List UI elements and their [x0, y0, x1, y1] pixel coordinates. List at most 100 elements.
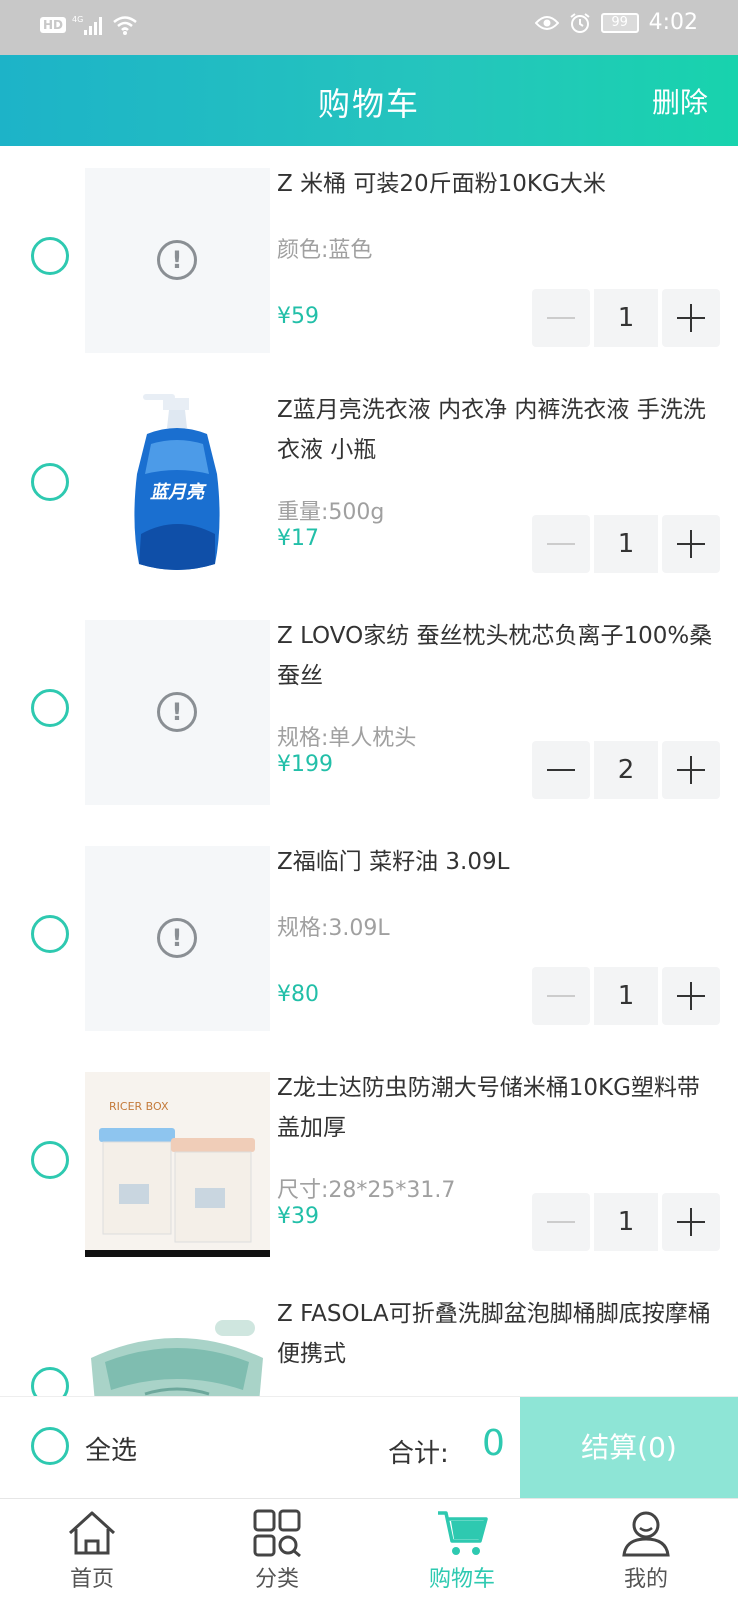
- decrease-button[interactable]: [532, 289, 590, 347]
- category-icon: [253, 1509, 301, 1557]
- product-image[interactable]: [85, 1298, 270, 1396]
- cart-item: Z FASOLA可折叠洗脚盆泡脚桶脚底按摩桶便携式: [0, 1276, 738, 1396]
- cart-item: ! Z LOVO家纺 蚕丝枕头枕芯负离子100%桑蚕丝 规格:单人枕头 ¥199…: [0, 598, 738, 824]
- product-image[interactable]: 蓝月亮: [85, 394, 270, 579]
- rice-bins-image: RICER BOX: [85, 1072, 270, 1257]
- product-image-text: RICER BOX: [109, 1100, 169, 1113]
- eye-icon: [534, 15, 559, 30]
- image-error-icon: !: [157, 240, 197, 280]
- tab-label: 购物车: [428, 1567, 495, 1592]
- quantity-stepper: 1: [532, 289, 720, 347]
- minus-icon: [547, 995, 575, 997]
- cart-list[interactable]: ! Z 米桶 可装20斤面粉10KG大米 颜色:蓝色 ¥59 1 蓝月亮 Z蓝月…: [0, 146, 738, 1396]
- increase-button[interactable]: [662, 1193, 720, 1251]
- bottom-tab-bar: 首页 分类 购物车 我的: [0, 1498, 738, 1600]
- item-select-radio[interactable]: [31, 689, 69, 727]
- cart-item: ! Z 米桶 可装20斤面粉10KG大米 颜色:蓝色 ¥59 1: [0, 146, 738, 372]
- quantity-stepper: 1: [532, 515, 720, 573]
- minus-icon: [547, 317, 575, 319]
- page-title: 购物车: [317, 85, 420, 123]
- status-time: 4:02: [648, 10, 698, 35]
- checkout-bar: 全选 合计: 0 结算(0): [0, 1396, 738, 1499]
- product-image[interactable]: !: [85, 168, 270, 353]
- quantity-stepper: 1: [532, 967, 720, 1025]
- product-image[interactable]: RICER BOX: [85, 1072, 270, 1257]
- item-select-radio[interactable]: [31, 915, 69, 953]
- tab-profile[interactable]: 我的: [586, 1509, 706, 1599]
- quantity-value[interactable]: 2: [594, 741, 658, 799]
- cart-item: ! Z福临门 菜籽油 3.09L 规格:3.09L ¥80 1: [0, 824, 738, 1050]
- increase-button[interactable]: [662, 289, 720, 347]
- cart-item: 蓝月亮 Z蓝月亮洗衣液 内衣净 内裤洗衣液 手洗洗衣液 小瓶 重量:500g ¥…: [0, 372, 738, 598]
- cart-icon: [438, 1511, 488, 1555]
- svg-text:4G: 4G: [72, 15, 83, 24]
- product-price: ¥17: [277, 526, 319, 551]
- select-all-label[interactable]: 全选: [85, 1430, 137, 1467]
- increase-button[interactable]: [662, 741, 720, 799]
- total-amount: 0: [482, 1423, 505, 1464]
- tab-category[interactable]: 分类: [217, 1509, 337, 1599]
- image-error-icon: !: [157, 692, 197, 732]
- decrease-button[interactable]: [532, 1193, 590, 1251]
- status-bar: HD 4G 99 4:02: [0, 0, 738, 55]
- profile-icon: [622, 1511, 670, 1557]
- detergent-bottle-image: 蓝月亮: [134, 394, 220, 570]
- quantity-value[interactable]: 1: [594, 1193, 658, 1251]
- tab-label: 我的: [623, 1567, 668, 1592]
- product-title[interactable]: Z 米桶 可装20斤面粉10KG大米: [277, 164, 717, 204]
- status-right: 99 4:02: [534, 10, 698, 35]
- tab-label: 分类: [254, 1567, 299, 1592]
- product-spec: 规格:3.09L: [277, 916, 390, 941]
- decrease-button[interactable]: [532, 741, 590, 799]
- product-spec: 尺寸:28*25*31.7: [277, 1178, 456, 1203]
- item-select-radio[interactable]: [31, 463, 69, 501]
- delete-button[interactable]: 删除: [652, 81, 708, 121]
- image-error-icon: !: [157, 918, 197, 958]
- product-title[interactable]: Z LOVO家纺 蚕丝枕头枕芯负离子100%桑蚕丝: [277, 616, 717, 696]
- minus-icon: [547, 769, 575, 771]
- tab-cart[interactable]: 购物车: [402, 1509, 522, 1599]
- checkout-button[interactable]: 结算(0): [520, 1397, 738, 1499]
- battery-indicator: 99: [600, 12, 639, 33]
- product-brand-text: 蓝月亮: [150, 482, 207, 503]
- cart-item: RICER BOX Z龙士达防虫防潮大号储米桶10KG塑料带盖加厚 尺寸:28*…: [0, 1050, 738, 1276]
- quantity-stepper: 2: [532, 741, 720, 799]
- status-left: HD 4G: [40, 14, 138, 36]
- product-price: ¥39: [277, 1204, 319, 1229]
- product-spec: 重量:500g: [277, 500, 385, 525]
- product-image[interactable]: !: [85, 620, 270, 805]
- select-all-radio[interactable]: [31, 1427, 69, 1465]
- signal-icon: 4G: [72, 15, 103, 35]
- product-image[interactable]: !: [85, 846, 270, 1031]
- foot-basin-image: [91, 1320, 263, 1396]
- product-price: ¥199: [277, 752, 333, 777]
- item-select-radio[interactable]: [31, 1367, 69, 1396]
- product-title[interactable]: Z龙士达防虫防潮大号储米桶10KG塑料带盖加厚: [277, 1068, 717, 1148]
- item-select-radio[interactable]: [31, 237, 69, 275]
- minus-icon: [547, 1221, 575, 1223]
- network-badge: HD: [40, 17, 67, 33]
- product-spec: 颜色:蓝色: [277, 238, 373, 263]
- product-title[interactable]: Z蓝月亮洗衣液 内衣净 内裤洗衣液 手洗洗衣液 小瓶: [277, 390, 717, 470]
- total-label: 合计:: [388, 1439, 449, 1469]
- wifi-icon: [113, 16, 137, 35]
- minus-icon: [547, 543, 575, 545]
- item-select-radio[interactable]: [31, 1141, 69, 1179]
- product-spec: 规格:单人枕头: [277, 726, 417, 751]
- decrease-button[interactable]: [532, 967, 590, 1025]
- quantity-value[interactable]: 1: [594, 515, 658, 573]
- tab-home[interactable]: 首页: [32, 1509, 152, 1599]
- alarm-icon: [569, 12, 590, 33]
- quantity-value[interactable]: 1: [594, 289, 658, 347]
- product-title[interactable]: Z FASOLA可折叠洗脚盆泡脚桶脚底按摩桶便携式: [277, 1294, 717, 1374]
- decrease-button[interactable]: [532, 515, 590, 573]
- product-price: ¥80: [277, 982, 319, 1007]
- quantity-value[interactable]: 1: [594, 967, 658, 1025]
- tab-label: 首页: [69, 1567, 114, 1592]
- home-icon: [68, 1511, 116, 1555]
- product-title[interactable]: Z福临门 菜籽油 3.09L: [277, 842, 717, 882]
- quantity-stepper: 1: [532, 1193, 720, 1251]
- increase-button[interactable]: [662, 515, 720, 573]
- increase-button[interactable]: [662, 967, 720, 1025]
- product-price: ¥59: [277, 304, 319, 329]
